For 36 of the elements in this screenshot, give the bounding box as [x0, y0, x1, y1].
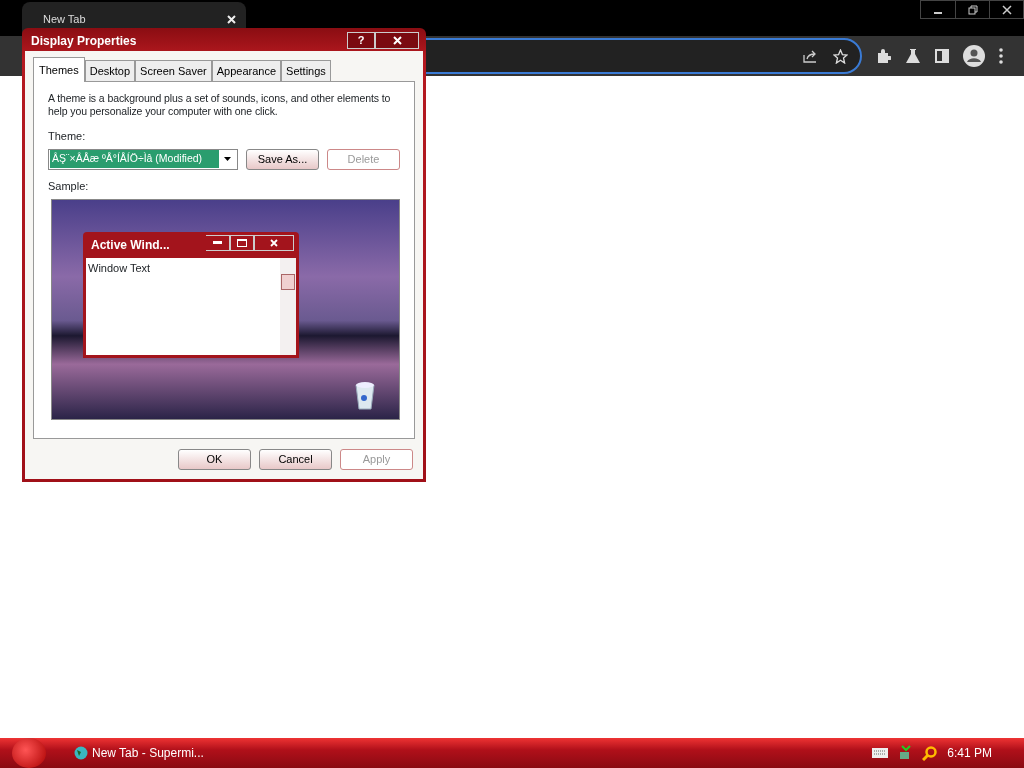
- tab[interactable]: Desktop: [84, 59, 136, 81]
- dialog-button[interactable]: Save As...: [246, 148, 319, 170]
- puzzle-icon[interactable]: [876, 48, 891, 64]
- clock: 6:41 PM: [947, 745, 992, 762]
- menu-icon[interactable]: [999, 48, 1003, 64]
- recycle-bin-icon: [354, 380, 376, 410]
- dialog-title: Display Properties: [31, 33, 137, 51]
- tab[interactable]: Appearance: [211, 59, 282, 81]
- keyboard-icon[interactable]: [872, 748, 889, 758]
- star-icon[interactable]: [833, 48, 848, 64]
- sample-window-text: Window Text: [87, 261, 152, 276]
- tab[interactable]: Themes: [33, 56, 85, 82]
- description-text: A theme is a background plus a set of sounds, icons, and other elements to help you personalize your computer with one click.: [48, 92, 392, 118]
- field-label: Theme:: [48, 129, 87, 144]
- maximize-icon: [230, 235, 254, 251]
- share-icon[interactable]: [803, 49, 817, 63]
- minimize-icon: [206, 235, 230, 251]
- dialog-button[interactable]: Cancel: [259, 448, 332, 470]
- close-icon: [392, 36, 402, 45]
- field-label: Sample:: [48, 178, 90, 194]
- side-panel-icon[interactable]: [935, 49, 949, 63]
- dialog-button[interactable]: OK: [178, 448, 251, 470]
- avatar-icon[interactable]: [963, 45, 985, 67]
- sample-window-title: Active Wind...: [91, 237, 170, 254]
- search-icon[interactable]: [922, 745, 938, 761]
- tab-title: New Tab: [43, 11, 86, 27]
- tab[interactable]: Screen Saver: [135, 59, 212, 81]
- close-icon: [254, 235, 294, 251]
- help-button[interactable]: ?: [347, 32, 375, 49]
- tab[interactable]: Settings: [281, 59, 331, 81]
- close-button[interactable]: [375, 32, 419, 49]
- flask-icon[interactable]: [905, 48, 921, 64]
- taskbar-task[interactable]: New Tab - Supermi...: [74, 744, 204, 762]
- globe-icon: [74, 746, 88, 760]
- start-button[interactable]: [12, 738, 46, 768]
- network-icon[interactable]: [898, 745, 913, 761]
